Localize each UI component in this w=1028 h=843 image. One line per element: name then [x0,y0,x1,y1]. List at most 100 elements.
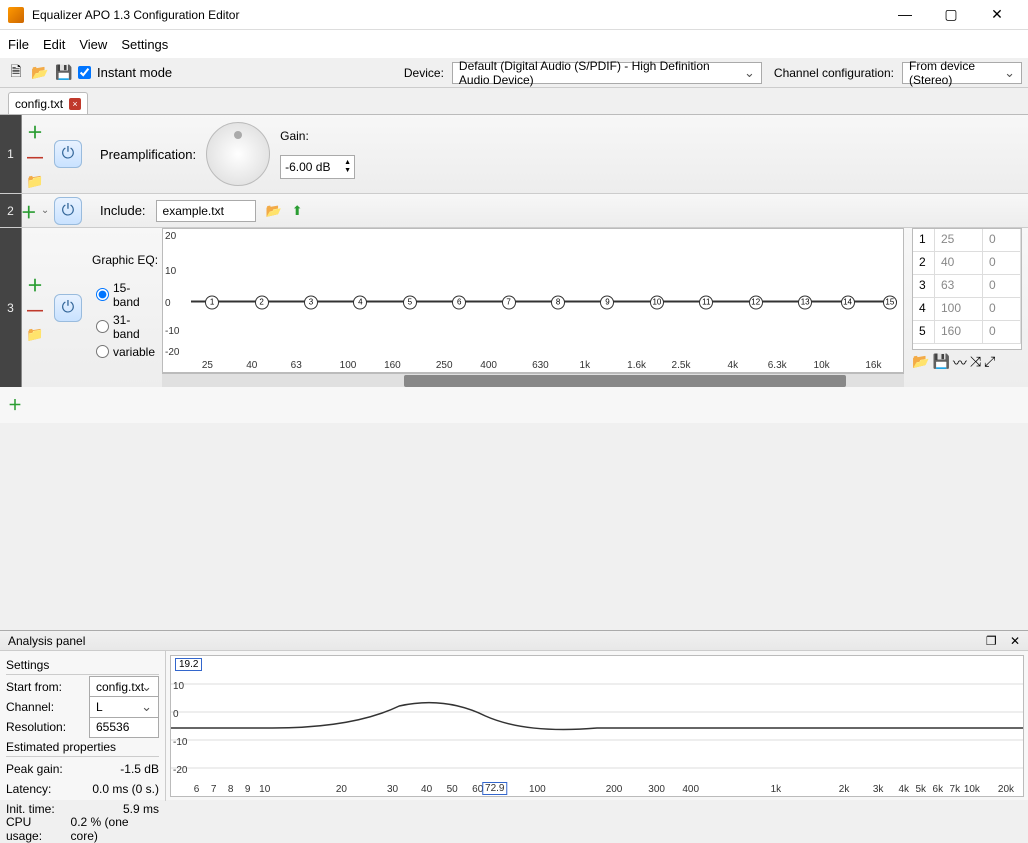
table-row: 51600 [913,321,1021,344]
folder-icon[interactable]: 📁 [26,173,43,190]
table-row: 3630 [913,275,1021,298]
analysis-chart[interactable]: 19.2 10 0 -10 -20 6 7 8 9 10 20 30 40 50… [170,655,1024,797]
instant-mode-checkbox[interactable]: Instant mode [78,65,172,80]
row-preamp: 1 ＋ — 📁 ⏻ Preamplification: Gain: ▲ ▼ [0,115,1028,193]
menu-view[interactable]: View [79,37,107,52]
open-file-icon[interactable]: 📂 [30,63,50,83]
row-index-3: 3 [0,228,22,387]
eq-band-12[interactable]: 12 [749,295,763,309]
analysis-panel: Analysis panel ❐ ✕ Settings Start from: … [0,630,1028,800]
analysis-resolution-input[interactable] [89,716,159,738]
eq-flat-icon[interactable]: 〰 [953,353,967,373]
tab-config[interactable]: config.txt × [8,92,88,114]
peak-gain-value: -1.5 dB [120,762,159,776]
close-button[interactable]: ✕ [974,0,1020,30]
eq-band-5[interactable]: 5 [403,295,417,309]
apply-include-icon[interactable]: ⬆ [292,203,303,219]
analysis-dock-icon[interactable]: ❐ [986,634,997,648]
table-row: 41000 [913,298,1021,321]
eq-save-icon[interactable]: 💾 [932,353,949,373]
add-filter-icon[interactable]: ＋ [27,119,43,143]
remove-filter-icon[interactable]: — [27,149,43,167]
power-toggle[interactable]: ⏻ [54,294,82,322]
row-graphic-eq: 3 ＋ — 📁 ⏻ Graphic EQ: 15-band 31-band va… [0,227,1028,387]
eq-zero-line: 1 2 3 4 5 6 7 8 9 10 11 12 13 14 15 [191,300,897,302]
eq-invert-icon[interactable]: ⤨ [970,353,981,373]
radio-15band[interactable]: 15-band [96,281,152,309]
analysis-panel-title: Analysis panel [8,634,85,648]
analysis-settings: Settings Start from: config.txt Channel:… [0,651,166,801]
eq-band-1[interactable]: 1 [205,295,219,309]
tab-close-icon[interactable]: × [69,98,81,110]
menubar: File Edit View Settings [0,30,1028,58]
include-file-input[interactable] [156,200,256,222]
analysis-cursor-value: 19.2 [175,658,202,671]
eq-band-7[interactable]: 7 [502,295,516,309]
menu-settings[interactable]: Settings [121,37,168,52]
eq-normalize-icon[interactable]: ⤢ [984,353,995,373]
save-file-icon[interactable]: 💾 [54,63,74,83]
gain-spin-up[interactable]: ▲ [344,159,351,167]
new-file-icon[interactable]: 🗎 [6,63,26,83]
analysis-channel-select[interactable]: L [89,696,159,718]
folder-icon[interactable]: 📁 [26,326,43,343]
eq-band-table[interactable]: 1250 2400 3630 41000 51600 [912,228,1022,350]
browse-file-icon[interactable]: 📂 [266,203,282,219]
eq-open-icon[interactable]: 📂 [912,353,929,373]
tabbar: config.txt × [0,88,1028,114]
gain-label: Gain: [280,129,355,143]
eq-band-2[interactable]: 2 [255,295,269,309]
gain-input[interactable] [281,156,341,178]
window-title: Equalizer APO 1.3 Configuration Editor [32,8,882,22]
power-toggle[interactable]: ⏻ [54,140,82,168]
gain-spin-down[interactable]: ▼ [344,167,351,175]
device-select[interactable]: Default (Digital Audio (S/PDIF) - High D… [452,62,762,84]
device-label: Device: [404,66,444,80]
eq-chart[interactable]: 20 10 0 -10 -20 1 2 3 4 5 6 7 8 9 10 11 [162,228,904,373]
eq-band-11[interactable]: 11 [699,295,713,309]
preamp-label: Preamplification: [100,147,196,162]
workspace: 1 ＋ — 📁 ⏻ Preamplification: Gain: ▲ ▼ [0,114,1028,423]
analysis-settings-header: Settings [6,655,159,675]
eq-band-13[interactable]: 13 [798,295,812,309]
radio-31band[interactable]: 31-band [96,313,152,341]
gain-knob[interactable] [206,122,270,186]
row-include: 2 ＋ ⌄ ⏻ Include: 📂 ⬆ [0,193,1028,227]
row-index-1: 1 [0,115,22,193]
instant-mode-check[interactable] [78,66,91,79]
latency-value: 0.0 ms (0 s.) [92,782,159,796]
eq-band-10[interactable]: 10 [650,295,664,309]
graphic-eq-label: Graphic EQ: [92,253,158,267]
add-filter-icon[interactable]: ＋ [21,199,37,223]
add-filter-icon[interactable]: ＋ [27,272,43,296]
titlebar: Equalizer APO 1.3 Configuration Editor —… [0,0,1028,30]
eq-band-9[interactable]: 9 [600,295,614,309]
remove-filter-icon[interactable]: — [27,302,43,320]
eq-band-4[interactable]: 4 [353,295,367,309]
menu-file[interactable]: File [8,37,29,52]
analysis-start-from-select[interactable]: config.txt [89,676,159,698]
analysis-estimated-header: Estimated properties [6,737,159,757]
add-row-button[interactable]: ＋ [0,387,1028,423]
maximize-button[interactable]: ▢ [928,0,974,30]
power-toggle[interactable]: ⏻ [54,197,82,225]
table-row: 2400 [913,252,1021,275]
app-icon [8,7,24,23]
eq-band-8[interactable]: 8 [551,295,565,309]
radio-variable[interactable]: variable [96,345,152,359]
toolbar: 🗎 📂 💾 Instant mode Device: Default (Digi… [0,58,1028,88]
channel-config-select[interactable]: From device (Stereo) [902,62,1022,84]
eq-band-3[interactable]: 3 [304,295,318,309]
analysis-cursor-x: 72.9 [482,782,507,795]
include-label: Include: [100,203,146,218]
analysis-close-icon[interactable]: ✕ [1010,634,1020,648]
menu-edit[interactable]: Edit [43,37,65,52]
table-row: 1250 [913,229,1021,252]
row-index-2: 2 [0,194,22,227]
eq-band-14[interactable]: 14 [841,295,855,309]
eq-hscroll[interactable] [162,373,904,387]
init-time-value: 5.9 ms [123,802,159,816]
eq-band-15[interactable]: 15 [883,295,897,309]
minimize-button[interactable]: — [882,0,928,30]
eq-band-6[interactable]: 6 [452,295,466,309]
